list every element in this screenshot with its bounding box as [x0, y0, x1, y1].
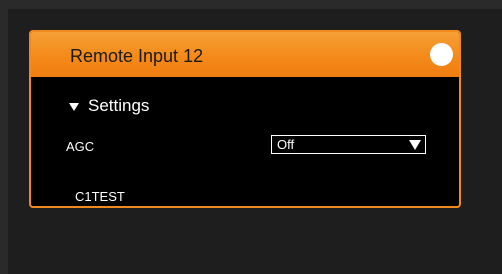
status-indicator[interactable] [430, 43, 453, 66]
triangle-down-icon [69, 102, 79, 111]
channel-name: C1TEST [75, 189, 125, 204]
chevron-down-icon [409, 140, 421, 150]
agc-label: AGC [66, 139, 95, 154]
settings-label: Settings [88, 96, 150, 115]
panel-title: Remote Input 12 [70, 46, 204, 66]
agc-select-value: Off [277, 137, 295, 152]
panel-header: Remote Input 12 [31, 32, 459, 78]
settings-toggle[interactable]: Settings [69, 96, 149, 116]
agc-select[interactable]: Off [271, 135, 426, 154]
remote-input-panel: Remote Input 12 Settings AGC Off C1TEST [29, 30, 461, 208]
